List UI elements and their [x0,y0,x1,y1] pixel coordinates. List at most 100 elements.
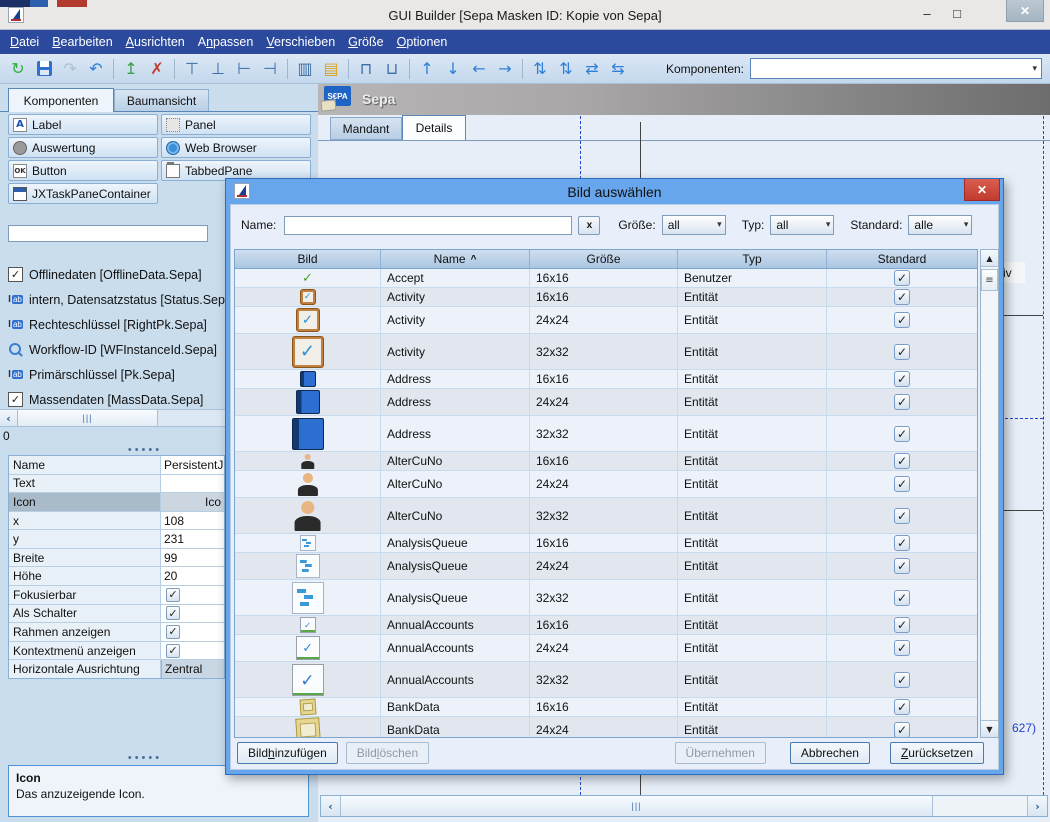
form-tab-mandant[interactable]: Mandant [330,117,402,140]
save-icon[interactable] [32,57,56,81]
grow-width-icon[interactable]: ⇄ [580,57,604,81]
checked-checkbox-icon[interactable] [166,606,180,620]
name-filter-input[interactable] [284,216,572,235]
image-table-row[interactable]: AlterCuNo24x24Entität [235,471,977,498]
property-row-breite[interactable]: Breite99 [9,549,224,568]
property-row-h-he[interactable]: Höhe20 [9,567,224,586]
property-row-y[interactable]: y231 [9,530,224,549]
hscrollbar-thumb[interactable] [18,410,158,426]
checked-checkbox-icon[interactable] [894,617,910,633]
clear-filter-button[interactable]: x [578,216,600,235]
zur-cksetzen-button[interactable]: Zurücksetzen [890,742,984,764]
same-width-icon[interactable]: ⊓ [354,57,378,81]
property-value[interactable]: 99 [161,549,224,567]
property-row-fokusierbar[interactable]: Fokusierbar [9,586,224,605]
palette-filter-input[interactable] [8,225,208,242]
property-row-name[interactable]: NamePersistentJ [9,456,224,475]
property-row-x[interactable]: x108 [9,512,224,531]
image-table-row[interactable]: AnnualAccounts16x16Entität [235,616,977,635]
same-height-icon[interactable]: ⊔ [380,57,404,81]
checked-checkbox-icon[interactable] [894,270,910,286]
palette-button-panel[interactable]: Panel [161,114,311,135]
align-top-icon[interactable]: ⊤ [180,57,204,81]
checked-checkbox-icon[interactable] [894,453,910,469]
scroll-left-icon[interactable]: ‹ [0,410,18,426]
checked-checkbox-icon[interactable] [894,312,910,328]
property-value[interactable]: Zentral [161,660,224,678]
image-table-row[interactable]: Activity32x32Entität [235,334,977,370]
move-down-icon[interactable]: ↓ [441,57,465,81]
image-table-row[interactable]: AnnualAccounts24x24Entität [235,635,977,662]
type-filter-combobox[interactable]: all ▾ [770,215,834,235]
hscrollbar-track[interactable] [933,796,1027,816]
image-table-row[interactable]: BankData24x24Entität [235,717,977,738]
align-bottom-icon[interactable]: ⊥ [206,57,230,81]
column-header-gr-e[interactable]: Größe [530,250,678,268]
bild-hinzuf-gen-button[interactable]: Bild hinzufügen [237,742,338,764]
menu-item-anpassen[interactable]: Anpassen [198,35,254,49]
hscrollbar-thumb[interactable] [341,796,933,816]
checked-checkbox-icon[interactable] [894,371,910,387]
undo-icon[interactable]: ↶ [84,57,108,81]
image-table-row[interactable]: AnalysisQueue24x24Entität [235,553,977,580]
checked-checkbox-icon[interactable] [894,722,910,738]
image-table-row[interactable]: AlterCuNo32x32Entität [235,498,977,534]
grow-height-icon[interactable]: ⇅ [528,57,552,81]
move-left-icon[interactable]: ← [467,57,491,81]
menu-item-optionen[interactable]: Optionen [397,35,448,49]
checked-checkbox-icon[interactable] [894,344,910,360]
align-left-icon[interactable]: ⊢ [232,57,256,81]
property-value[interactable] [161,586,224,604]
checked-checkbox-icon[interactable] [894,289,910,305]
checked-checkbox-icon[interactable] [894,426,910,442]
property-value[interactable] [161,605,224,623]
checked-checkbox-icon[interactable] [894,558,910,574]
property-row-als-schalter[interactable]: Als Schalter [9,605,224,624]
property-value[interactable] [161,623,224,641]
vscrollbar-thumb[interactable] [981,269,998,291]
tab-komponenten[interactable]: Komponenten [8,88,114,112]
checked-checkbox-icon[interactable] [166,644,180,658]
shrink-width-icon[interactable]: ⇆ [606,57,630,81]
image-table-row[interactable]: AlterCuNo16x16Entität [235,452,977,471]
standard-filter-combobox[interactable]: alle ▾ [908,215,972,235]
image-table-row[interactable]: Address24x24Entität [235,389,977,416]
column-header-name[interactable]: Name^ [381,250,530,268]
property-value[interactable]: 20 [161,567,224,585]
palette-button-button[interactable]: Button [8,160,158,181]
image-table-row[interactable]: BankData16x16Entität [235,698,977,717]
property-row-rahmen-anzeigen[interactable]: Rahmen anzeigen [9,623,224,642]
image-table-row[interactable]: Accept16x16Benutzer [235,269,977,288]
column-header-bild[interactable]: Bild [235,250,381,268]
menu-item-ausrichten[interactable]: Ausrichten [126,35,185,49]
minimize-button[interactable]: – [916,6,938,24]
checked-checkbox-icon[interactable] [894,476,910,492]
property-value[interactable]: 231 [161,530,224,548]
distribute-vertical-icon[interactable]: ▤ [319,57,343,81]
property-row-icon[interactable]: IconIco [9,493,224,512]
scroll-right-icon[interactable]: › [1027,796,1047,816]
redo-icon[interactable]: ↷ [58,57,82,81]
bernehmen-button[interactable]: Übernehmen [675,742,766,764]
palette-button-label[interactable]: Label [8,114,158,135]
scroll-left-icon[interactable]: ‹ [321,796,341,816]
align-right-icon[interactable]: ⊣ [258,57,282,81]
palette-button-auswertung[interactable]: Auswertung [8,137,158,158]
menu-item-verschieben[interactable]: Verschieben [266,35,335,49]
palette-button-web-browser[interactable]: Web Browser [161,137,311,158]
shrink-height-icon[interactable]: ⇅ [554,57,578,81]
property-value[interactable] [161,642,224,660]
checked-checkbox-icon[interactable] [894,508,910,524]
scroll-up-icon[interactable]: ▲ [981,250,998,267]
image-table-row[interactable]: Activity24x24Entität [235,307,977,334]
property-value[interactable]: Ico [161,493,224,511]
checked-checkbox-icon[interactable] [894,394,910,410]
tab-baumansicht[interactable]: Baumansicht [114,89,209,112]
property-value[interactable] [161,475,224,493]
dialog-close-button[interactable]: ✕ [964,179,1000,201]
bild-l-schen-button[interactable]: Bild löschen [346,742,429,764]
refresh-icon[interactable]: ↻ [6,57,30,81]
image-table-row[interactable]: Address16x16Entität [235,370,977,389]
abbrechen-button[interactable]: Abbrechen [790,742,870,764]
size-filter-combobox[interactable]: all ▾ [662,215,726,235]
